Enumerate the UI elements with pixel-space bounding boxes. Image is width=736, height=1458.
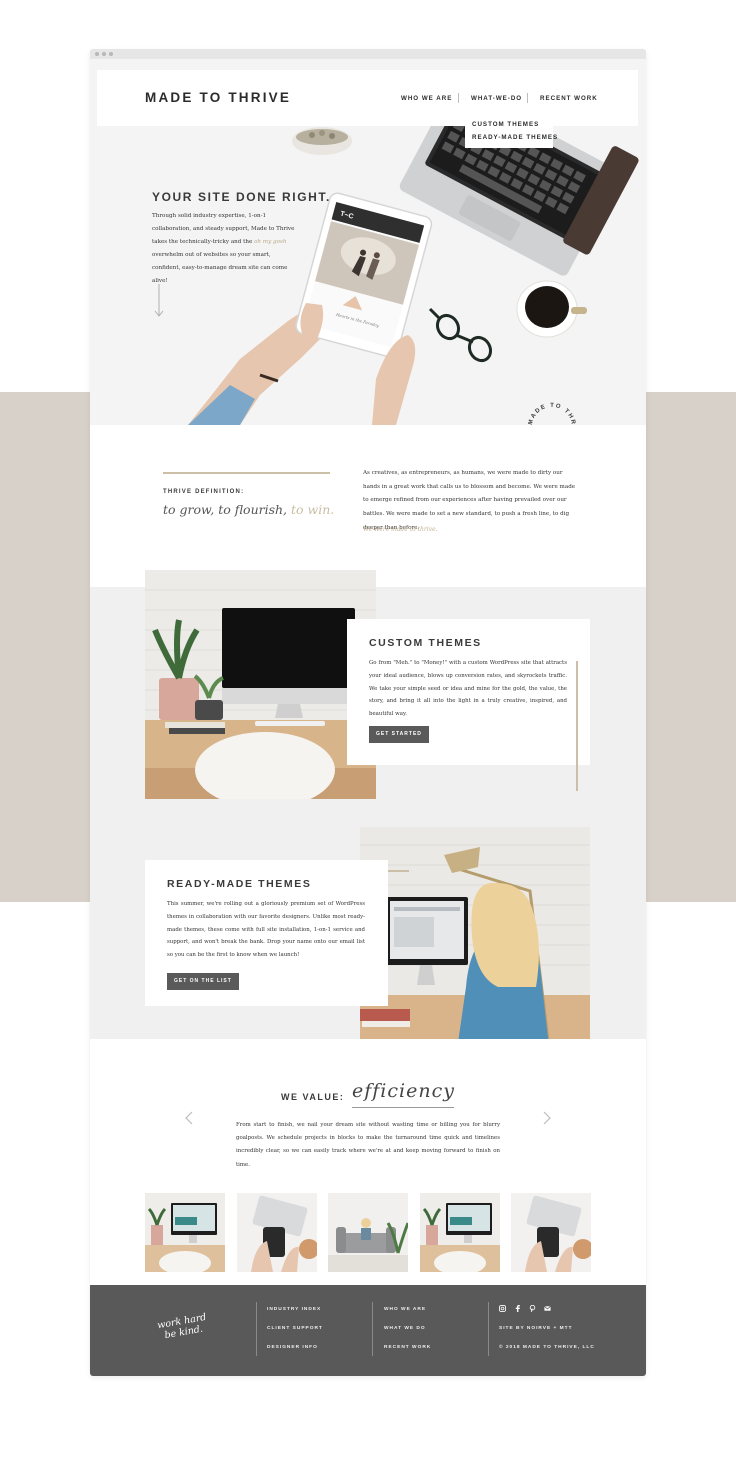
get-on-the-list-button[interactable]: GET ON THE LIST xyxy=(167,973,239,990)
nav-recent-work[interactable]: RECENT WORK xyxy=(540,95,598,102)
definition-label: THRIVE DEFINITION: xyxy=(163,489,245,495)
window-dot xyxy=(102,52,106,56)
email-icon[interactable] xyxy=(544,1305,551,1312)
footer-link-recent-work[interactable]: RECENT WORK xyxy=(384,1345,431,1350)
gallery-thumb[interactable] xyxy=(237,1193,317,1272)
arrow-down-icon[interactable] xyxy=(154,284,164,318)
footer-link-what-we-do[interactable]: WHAT WE DO xyxy=(384,1326,426,1331)
footer-link-industry-index[interactable]: INDUSTRY INDEX xyxy=(267,1307,321,1312)
definition-phrase: to grow, to flourish, to win. xyxy=(163,502,334,517)
hero-text-link[interactable]: oh my gosh xyxy=(254,239,286,245)
custom-themes-text: Go from "Meh." to "Money!" with a custom… xyxy=(369,660,567,718)
circular-badge: MADE TO THRIVE × xyxy=(528,403,576,425)
footer-tagline: work hard be kind. xyxy=(156,1312,209,1342)
custom-themes-title: CUSTOM THEMES xyxy=(369,637,482,649)
site-footer: work hard be kind. INDUSTRY INDEX CLIENT … xyxy=(90,1285,646,1376)
values-section: WE VALUE: efficiency From start to finis… xyxy=(90,1039,646,1285)
facebook-icon[interactable] xyxy=(514,1305,521,1312)
dropdown-item-ready-made-themes[interactable]: READY-MADE THEMES xyxy=(472,134,558,141)
footer-separator xyxy=(256,1302,257,1356)
gallery-thumb[interactable] xyxy=(511,1193,591,1272)
footer-separator xyxy=(372,1302,373,1356)
features-section: CUSTOM THEMES Go from "Meh." to "Money!"… xyxy=(90,570,646,1057)
definition-divider xyxy=(163,472,330,474)
window-dot xyxy=(109,52,113,56)
definition-signoff: We were made to thrive. xyxy=(363,526,438,533)
definition-phrase-accent: to win. xyxy=(291,502,335,517)
get-started-button[interactable]: GET STARTED xyxy=(369,726,429,743)
dropdown-item-custom-themes[interactable]: CUSTOM THEMES xyxy=(472,121,539,128)
hero-text: Through solid industry expertise, 1-on-1… xyxy=(152,210,298,288)
gallery-thumb[interactable] xyxy=(145,1193,225,1272)
nav-what-we-do[interactable]: WHAT-WE-DO xyxy=(471,95,522,102)
ready-made-themes-title: READY-MADE THEMES xyxy=(167,878,312,890)
window-dot xyxy=(95,52,99,56)
custom-themes-card: CUSTOM THEMES Go from "Meh." to "Money!"… xyxy=(347,619,590,765)
nav-who-we-are[interactable]: WHO WE ARE xyxy=(401,95,452,102)
definition-section: THRIVE DEFINITION: to grow, to flourish,… xyxy=(97,425,638,587)
desk-photo-imac xyxy=(145,570,376,799)
glasses xyxy=(428,307,493,363)
values-text: From start to finish, we nail your dream… xyxy=(236,1122,500,1168)
hero-text-part: overwhelm out of websites so your smart,… xyxy=(152,252,288,284)
accent-vertical-line xyxy=(576,661,578,791)
values-word-underline xyxy=(352,1107,454,1108)
browser-window: T~C Hearts in the Faraday MADE TO THRIVE… xyxy=(90,49,646,1376)
gallery-thumb[interactable] xyxy=(420,1193,500,1272)
footer-link-who-we-are[interactable]: WHO WE ARE xyxy=(384,1307,426,1312)
desk-photo-woman xyxy=(360,827,590,1057)
footer-separator xyxy=(488,1302,489,1356)
nav-dropdown: CUSTOM THEMES READY-MADE THEMES xyxy=(465,115,557,148)
definition-phrase-main: to grow, to flourish, xyxy=(163,502,288,517)
ready-made-themes-text: This summer, we're rolling out a gloriou… xyxy=(167,901,365,959)
hero-title: YOUR SITE DONE RIGHT. xyxy=(152,190,331,204)
window-titlebar xyxy=(90,49,646,59)
gallery-thumb[interactable] xyxy=(328,1193,408,1272)
pinterest-icon[interactable] xyxy=(529,1305,536,1312)
site-logo[interactable]: MADE TO THRIVE xyxy=(145,90,291,105)
top-nav: MADE TO THRIVE WHO WE ARE WHAT-WE-DO REC… xyxy=(97,70,638,126)
svg-text:MADE TO THRIVE: MADE TO THRIVE xyxy=(528,403,576,425)
instagram-icon[interactable] xyxy=(499,1305,506,1312)
footer-credit[interactable]: SITE BY NOIRVE + MTT xyxy=(499,1326,573,1331)
chevron-right-icon[interactable] xyxy=(540,1110,554,1126)
ready-made-themes-card: READY-MADE THEMES This summer, we're rol… xyxy=(145,860,388,1006)
nav-separator xyxy=(527,93,528,103)
nav-separator xyxy=(458,93,459,103)
chevron-left-icon[interactable] xyxy=(182,1110,196,1126)
hero-section: T~C Hearts in the Faraday MADE TO THRIVE… xyxy=(90,59,646,425)
page: T~C Hearts in the Faraday MADE TO THRIVE… xyxy=(0,0,736,1458)
footer-link-client-support[interactable]: CLIENT SUPPORT xyxy=(267,1326,323,1331)
values-label: WE VALUE: xyxy=(281,1092,345,1102)
footer-copyright: © 2018 MADE TO THRIVE, LLC xyxy=(499,1345,595,1350)
values-word: efficiency xyxy=(352,1080,455,1102)
footer-link-designer-info[interactable]: DESIGNER INFO xyxy=(267,1345,318,1350)
badge-text: MADE TO THRIVE xyxy=(528,403,575,425)
coffee-cup xyxy=(516,280,587,338)
